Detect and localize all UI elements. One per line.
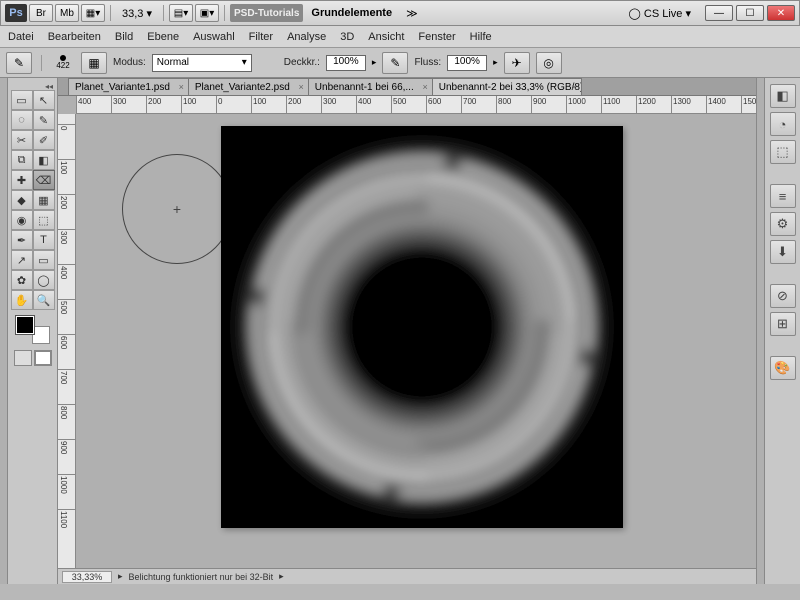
color-swatches[interactable] xyxy=(16,316,50,344)
psd-tutorials-button[interactable]: PSD-Tutorials xyxy=(230,4,303,22)
deckkr-input[interactable]: 100% xyxy=(326,55,366,71)
canvas[interactable]: + xyxy=(76,114,756,568)
fluss-input[interactable]: 100% xyxy=(447,55,487,71)
status-zoom[interactable]: 33,33% xyxy=(62,571,112,583)
left-gutter xyxy=(0,78,8,584)
menu-hilfe[interactable]: Hilfe xyxy=(470,31,492,43)
menu-bearbeiten[interactable]: Bearbeiten xyxy=(48,31,101,43)
tool-19[interactable]: ◯ xyxy=(33,270,55,290)
right-gutter xyxy=(756,78,764,584)
quickmask-mode-button[interactable] xyxy=(34,350,52,366)
menu-analyse[interactable]: Analyse xyxy=(287,31,326,43)
tool-11[interactable]: ▦ xyxy=(33,190,55,210)
deckkr-label: Deckkr.: xyxy=(284,57,320,68)
bridge-button[interactable]: Br xyxy=(29,4,53,22)
panel-button-6[interactable]: ⊘ xyxy=(770,284,796,308)
tool-2[interactable]: ◌ xyxy=(11,110,33,130)
tool-7[interactable]: ◧ xyxy=(33,150,55,170)
airbrush-button[interactable]: ✈ xyxy=(504,52,530,74)
tool-21[interactable]: 🔍 xyxy=(33,290,55,310)
panel-button-1[interactable]: ◔ xyxy=(770,112,796,136)
tool-9[interactable]: ⌫ xyxy=(33,170,55,190)
arrange-button[interactable]: ▤▾ xyxy=(169,4,193,22)
tool-0[interactable]: ▭ xyxy=(11,90,33,110)
menu-ansicht[interactable]: Ansicht xyxy=(368,31,404,43)
tool-13[interactable]: ⬚ xyxy=(33,210,55,230)
tool-5[interactable]: ✐ xyxy=(33,130,55,150)
tool-15[interactable]: T xyxy=(33,230,55,250)
swirl-graphic xyxy=(221,126,623,528)
brush-cursor: + xyxy=(122,154,232,264)
minimize-button[interactable]: — xyxy=(705,5,733,21)
tool-8[interactable]: ✚ xyxy=(11,170,33,190)
panel-button-5[interactable]: ⬇ xyxy=(770,240,796,264)
tablet-pressure-button[interactable]: ◎ xyxy=(536,52,562,74)
menu-auswahl[interactable]: Auswahl xyxy=(193,31,235,43)
toolbox-collapse[interactable]: ◂◂ xyxy=(10,82,55,90)
tab-close-icon[interactable]: × xyxy=(299,82,304,92)
tool-4[interactable]: ✂ xyxy=(11,130,33,150)
status-info: Belichtung funktioniert nur bei 32-Bit xyxy=(129,572,274,582)
modus-label: Modus: xyxy=(113,57,146,68)
document-tab-0[interactable]: Planet_Variante1.psd× xyxy=(68,78,189,95)
panel-dock: ◧ ◔ ⬚ ≡ ⚙ ⬇ ⊘ ⊞ 🎨 xyxy=(764,78,800,584)
cslive-button[interactable]: ◯ CS Live ▾ xyxy=(623,7,697,20)
menu-bild[interactable]: Bild xyxy=(115,31,133,43)
foreground-color[interactable] xyxy=(16,316,34,334)
more-workspaces[interactable]: ≫ xyxy=(400,7,424,20)
document-tabs: Planet_Variante1.psd×Planet_Variante2.ps… xyxy=(58,78,756,96)
menu-3d[interactable]: 3D xyxy=(340,31,354,43)
tool-3[interactable]: ✎ xyxy=(33,110,55,130)
background-color[interactable] xyxy=(32,326,50,344)
ruler-vertical: 010020030040050060070080090010001100 xyxy=(58,114,76,568)
menu-filter[interactable]: Filter xyxy=(249,31,273,43)
toolbox: ◂◂ ▭↖◌✎✂✐⧉◧✚⌫◆▦◉⬚✒T↗▭✿◯✋🔍 xyxy=(8,78,58,584)
screenmode-button[interactable]: ▣▾ xyxy=(195,4,219,22)
layout-button[interactable]: ▦▾ xyxy=(81,4,105,22)
ruler-horizontal: 4003002001000100200300400500600700800900… xyxy=(76,96,756,114)
menu-fenster[interactable]: Fenster xyxy=(418,31,455,43)
opacity-pressure-button[interactable]: ✎ xyxy=(382,52,408,74)
tab-close-icon[interactable]: × xyxy=(571,82,576,92)
brush-preview[interactable]: 422 xyxy=(51,51,75,75)
maximize-button[interactable]: ☐ xyxy=(736,5,764,21)
tool-20[interactable]: ✋ xyxy=(11,290,33,310)
document-tab-2[interactable]: Unbenannt-1 bei 66,...× xyxy=(308,78,433,95)
brush-panel-button[interactable]: ▦ xyxy=(81,52,107,74)
status-bar: 33,33% ▸ Belichtung funktioniert nur bei… xyxy=(58,568,756,584)
tab-close-icon[interactable]: × xyxy=(179,82,184,92)
workspace-label[interactable]: Grundelemente xyxy=(305,7,398,19)
tool-1[interactable]: ↖ xyxy=(33,90,55,110)
tab-close-icon[interactable]: × xyxy=(422,82,427,92)
panel-button-4[interactable]: ⚙ xyxy=(770,212,796,236)
panel-button-0[interactable]: ◧ xyxy=(770,84,796,108)
titlebar-zoom[interactable]: 33,3 ▾ xyxy=(116,7,158,20)
panel-button-7[interactable]: ⊞ xyxy=(770,312,796,336)
panel-button-2[interactable]: ⬚ xyxy=(770,140,796,164)
menubar: Datei Bearbeiten Bild Ebene Auswahl Filt… xyxy=(0,26,800,48)
options-bar: ✎ 422 ▦ Modus: Normal▾ Deckkr.: 100% ▸ ✎… xyxy=(0,48,800,78)
document-content xyxy=(221,126,623,528)
modus-dropdown[interactable]: Normal▾ xyxy=(152,54,252,72)
app-logo: Ps xyxy=(5,4,27,22)
tool-14[interactable]: ✒ xyxy=(11,230,33,250)
document-tab-3[interactable]: Unbenannt-2 bei 33,3% (RGB/8) *× xyxy=(432,78,582,95)
menu-ebene[interactable]: Ebene xyxy=(147,31,179,43)
menu-datei[interactable]: Datei xyxy=(8,31,34,43)
minibridge-button[interactable]: Mb xyxy=(55,4,79,22)
document-tab-1[interactable]: Planet_Variante2.psd× xyxy=(188,78,309,95)
tool-10[interactable]: ◆ xyxy=(11,190,33,210)
fluss-label: Fluss: xyxy=(414,57,441,68)
close-button[interactable]: ✕ xyxy=(767,5,795,21)
tool-6[interactable]: ⧉ xyxy=(11,150,33,170)
tool-preset-button[interactable]: ✎ xyxy=(6,52,32,74)
panel-button-3[interactable]: ≡ xyxy=(770,184,796,208)
tool-18[interactable]: ✿ xyxy=(11,270,33,290)
tool-17[interactable]: ▭ xyxy=(33,250,55,270)
titlebar: Ps Br Mb ▦▾ 33,3 ▾ ▤▾ ▣▾ PSD-Tutorials G… xyxy=(0,0,800,26)
standard-mode-button[interactable] xyxy=(14,350,32,366)
panel-button-8[interactable]: 🎨 xyxy=(770,356,796,380)
tool-12[interactable]: ◉ xyxy=(11,210,33,230)
tool-16[interactable]: ↗ xyxy=(11,250,33,270)
